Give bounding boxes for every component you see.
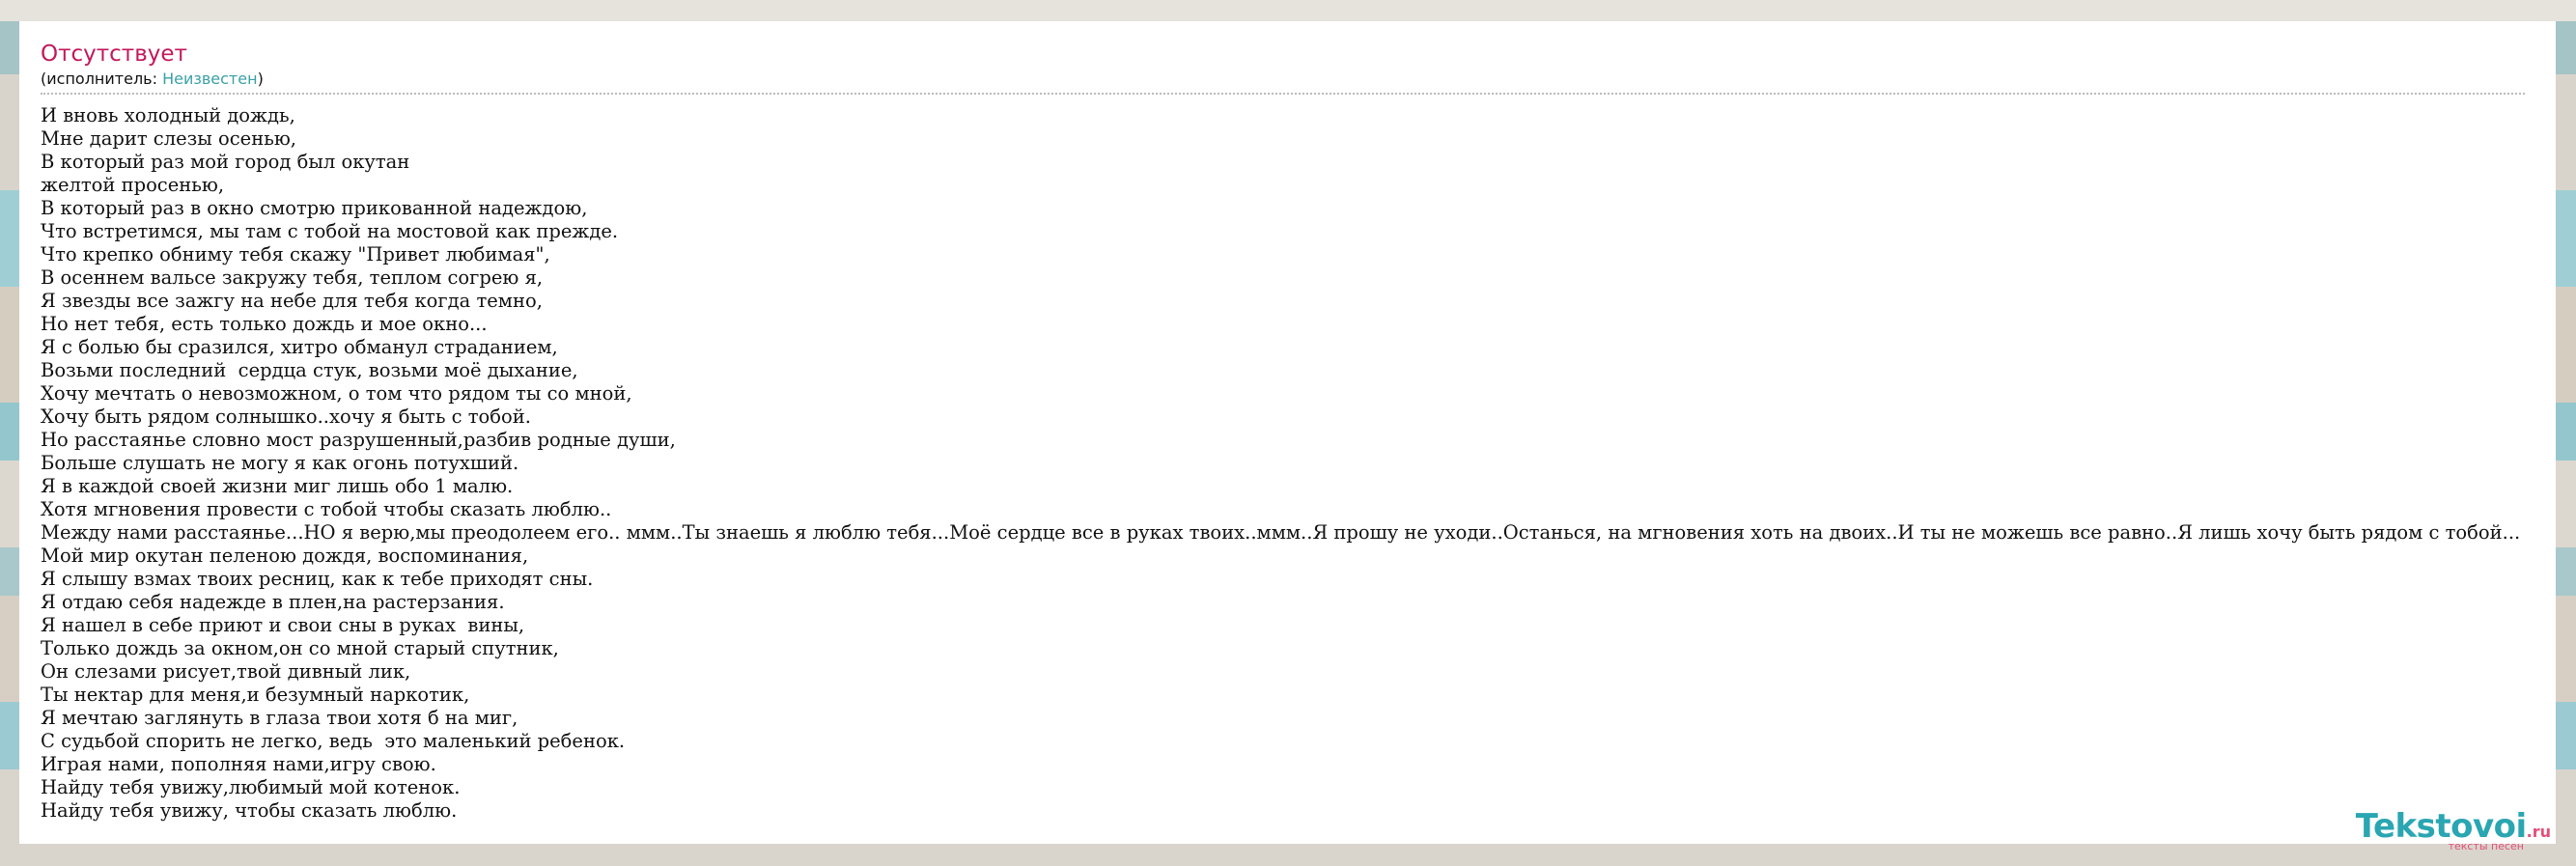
lyric-line: В осеннем вальсе закружу тебя, теплом со… bbox=[41, 266, 544, 289]
lyric-line: Я слышу взмах твоих ресниц, как к тебе п… bbox=[41, 568, 594, 590]
lyric-line: В который раз мой город был окутан bbox=[41, 151, 410, 173]
top-band bbox=[0, 0, 2576, 21]
performer-line: (исполнитель: Неизвестен) bbox=[41, 70, 2534, 89]
lyric-line: Что встретимся, мы там с тобой на мостов… bbox=[41, 220, 619, 242]
lyric-line: Я мечтаю заглянуть в глаза твои хотя б н… bbox=[41, 707, 518, 729]
lyric-line: Но расстаянье словно мост разрушенный,ра… bbox=[41, 429, 676, 451]
lyrics-body: И вновь холодный дождь, Мне дарит слезы о… bbox=[41, 104, 2534, 823]
lyric-line: И вновь холодный дождь, bbox=[41, 104, 295, 126]
lyric-line: Хочу быть рядом солнышко..хочу я быть с … bbox=[41, 405, 531, 428]
lyric-line: Хочу мечтать о невозможном, о том что ря… bbox=[41, 382, 632, 405]
performer-link[interactable]: Неизвестен bbox=[162, 70, 257, 88]
lyric-line: Мой мир окутан пеленою дождя, воспоминан… bbox=[41, 545, 529, 567]
lyric-line: Я в каждой своей жизни миг лишь обо 1 ма… bbox=[41, 475, 514, 497]
lyrics-card: Отсутствует (исполнитель: Неизвестен) И … bbox=[19, 21, 2556, 844]
lyric-line: В который раз в окно смотрю прикованной … bbox=[41, 197, 588, 219]
song-title: Отсутствует bbox=[41, 42, 187, 67]
lyric-line: Найду тебя увижу, чтобы сказать люблю. bbox=[41, 799, 458, 822]
performer-suffix: ) bbox=[257, 70, 264, 88]
lyric-line: С судьбой спорить не легко, ведь это мал… bbox=[41, 730, 626, 752]
performer-prefix: (исполнитель: bbox=[41, 70, 163, 88]
lyric-line: Но нет тебя, есть только дождь и мое окн… bbox=[41, 313, 488, 335]
lyric-line: Только дождь за окном,он со мной старый … bbox=[41, 637, 559, 659]
lyric-line: Я звезды все зажгу на небе для тебя когд… bbox=[41, 290, 543, 312]
lyric-line: Мне дарит слезы осенью, bbox=[41, 127, 296, 150]
lyric-line: Что крепко обниму тебя скажу "Привет люб… bbox=[41, 243, 550, 265]
lyric-line: Играя нами, пополняя нами,игру свою. bbox=[41, 753, 436, 775]
lyric-line: Больше слушать не могу я как огонь потух… bbox=[41, 452, 519, 474]
lyric-line: Я отдаю себя надежде в плен,на растерзан… bbox=[41, 591, 505, 613]
site-logo[interactable]: Tekstovoi.ru тексты песен bbox=[2356, 809, 2551, 852]
lyric-line: желтой просенью, bbox=[41, 174, 225, 196]
lyric-line: Между нами расстаянье...НО я верю,мы пре… bbox=[41, 521, 2521, 544]
lyric-line: Возьми последний сердца стук, возьми моё… bbox=[41, 359, 578, 381]
title-divider bbox=[41, 93, 2525, 95]
lyric-line: Хотя мгновения провести с тобой чтобы ск… bbox=[41, 498, 612, 520]
lyric-line: Я нашел в себе приют и свои сны в руках … bbox=[41, 614, 525, 636]
lyric-line: Найду тебя увижу,любимый мой котенок. bbox=[41, 776, 461, 798]
logo-tld: .ru bbox=[2526, 823, 2551, 841]
lyric-line: Ты нектар для меня,и безумный наркотик, bbox=[41, 684, 470, 706]
lyric-line: Он слезами рисует,твой дивный лик, bbox=[41, 660, 411, 683]
lyric-line: Я с болью бы сразился, хитро обманул стр… bbox=[41, 336, 558, 358]
